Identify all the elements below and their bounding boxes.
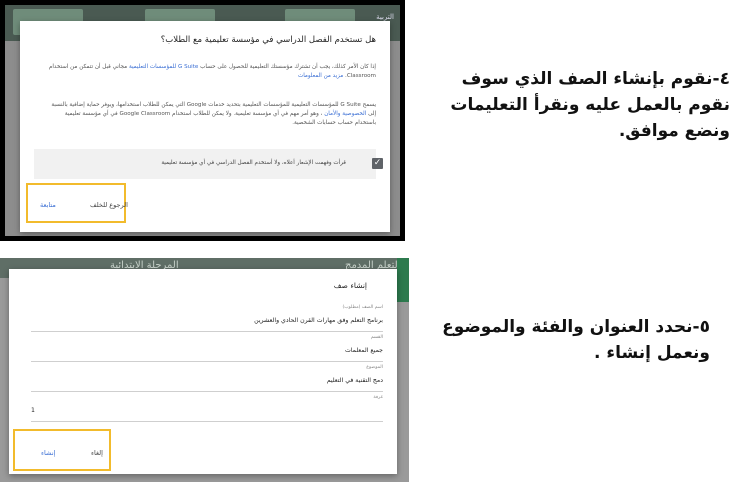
dialog-title: إنشاء صف [333, 281, 367, 290]
back-button[interactable]: الرجوع للخلف [90, 201, 128, 209]
dialog-title: هل تستخدم الفصل الدراسي في مؤسسة تعليمية… [160, 35, 376, 45]
field-value[interactable]: دمج التقنية في التعليم [327, 377, 383, 384]
classroom-notice-dialog: هل تستخدم الفصل الدراسي في مؤسسة تعليمية… [20, 21, 390, 232]
acknowledge-label: قرأت وفهمت الإشعار أعلاه، ولا أستخدم الف… [161, 160, 346, 166]
screenshot-step-5: المرحلة الابتدائية التعلم المدمج إنشاء ص… [0, 258, 409, 482]
notice-text: إذا كان الأمر كذلك، يجب أن تشترك مؤسستك … [200, 64, 376, 70]
class-card-label: التربية [376, 13, 394, 21]
subject-field[interactable]: الموضوع دمج التقنية في التعليم [31, 365, 383, 392]
room-field[interactable]: غرفة 1 [31, 395, 383, 422]
continue-button[interactable]: متابعة [40, 201, 56, 209]
field-label: الموضوع [366, 365, 383, 370]
screenshot-step-4: التربية هل تستخدم الفصل الدراسي في مؤسسة… [0, 0, 405, 241]
gsuite-link[interactable]: G Suite للمؤسسات التعليمية [129, 64, 198, 70]
field-label: القسم [370, 335, 383, 340]
acknowledge-checkbox[interactable]: ✓ [372, 158, 383, 169]
field-value[interactable]: 1 [31, 407, 35, 414]
instruction-step-5: ٥-نحدد العنوان والفئة والموضوع ونعمل إنش… [442, 317, 710, 363]
notice-paragraph-2: يسمح G Suite للمؤسسات التعليمية للمؤسسات… [46, 101, 376, 128]
learn-more-link[interactable]: مزيد من المعلومات [298, 73, 343, 79]
checkmark-icon: ✓ [373, 158, 382, 168]
instruction-step-4: ٤-نقوم بإنشاء الصف الذي سوف نقوم بالعمل … [450, 69, 730, 141]
notice-paragraph-1: إذا كان الأمر كذلك، يجب أن تشترك مؤسستك … [46, 63, 376, 81]
create-class-dialog: إنشاء صف اسم الصف (مطلوب) برنامج التعلم … [9, 269, 397, 474]
class-card-edge [397, 258, 409, 302]
field-label: اسم الصف (مطلوب) [342, 305, 383, 310]
field-value[interactable]: برنامج التعلم وفق مهارات القرن الحادي وا… [254, 317, 383, 324]
privacy-security-link[interactable]: الخصوصية والأمان [324, 111, 366, 117]
cancel-button[interactable]: إلغاء [91, 449, 103, 457]
section-field[interactable]: القسم جميع المعلمات [31, 335, 383, 362]
class-name-field[interactable]: اسم الصف (مطلوب) برنامج التعلم وفق مهارا… [31, 305, 383, 332]
field-value[interactable]: جميع المعلمات [345, 347, 383, 354]
create-button[interactable]: إنشاء [41, 449, 55, 457]
field-label: غرفة [373, 395, 383, 400]
acknowledge-row[interactable]: ✓ قرأت وفهمت الإشعار أعلاه، ولا أستخدم ا… [34, 149, 383, 179]
